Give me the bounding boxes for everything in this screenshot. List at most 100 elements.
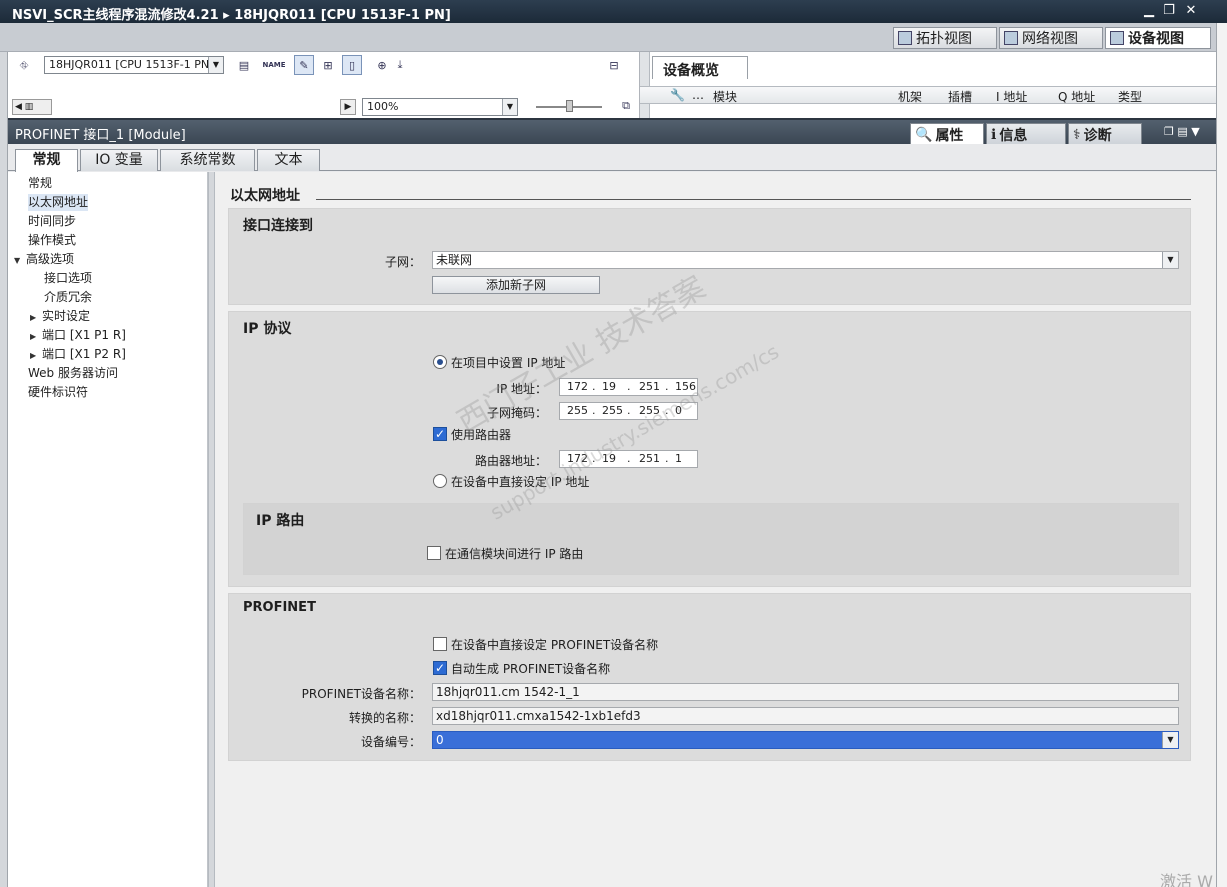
mask-octet-4: 0 (675, 404, 682, 417)
fit-icon[interactable]: ⧉ (616, 96, 636, 116)
tab-properties[interactable]: 🔍 属性 (910, 123, 984, 146)
tab-texts[interactable]: 文本 (257, 149, 320, 171)
expand-right-icon[interactable]: ▶ (30, 347, 42, 364)
nav-label: 高级选项 (26, 252, 75, 266)
window-mode-icon[interactable]: ❐ ▤ ▼ (1164, 125, 1200, 138)
col-type[interactable]: 类型 (1118, 88, 1142, 105)
section-divider (316, 199, 1191, 200)
nav-item-operating-mode[interactable]: 操作模式 (28, 232, 76, 249)
use-router-checkbox[interactable]: ✓ (433, 427, 447, 441)
set-in-project-label: 在项目中设置 IP 地址 (451, 356, 566, 370)
dot: . (592, 452, 596, 465)
inspector-title: PROFINET 接口_1 [Module] (15, 128, 186, 143)
col-i-address[interactable]: I 地址 (996, 88, 1027, 105)
close-icon[interactable]: ✕ (1182, 2, 1200, 20)
router-address-field[interactable]: 172. 19. 251. 1 (559, 450, 698, 468)
nav-item-interface-options[interactable]: 接口选项 (44, 270, 92, 287)
hscroll-left[interactable]: ◀ ▥ (12, 99, 52, 115)
col-module[interactable]: 模块 (713, 88, 737, 105)
os-activation-text: 激活 W (1160, 872, 1213, 887)
diagnostics-icon: ⚕ (1073, 126, 1081, 143)
expand-right-icon[interactable]: ▶ (30, 309, 42, 326)
restore-icon[interactable]: ❐ (1160, 2, 1178, 20)
profinet-name-field[interactable]: 18hjqr011.cm 1542-1_1 (432, 683, 1179, 701)
hscroll-right[interactable]: ▶ (340, 99, 356, 115)
ip-address-field[interactable]: 172. 19. 251. 156 (559, 378, 698, 396)
download-icon[interactable]: ⤓ (390, 55, 410, 75)
more-icon[interactable]: … (692, 88, 704, 102)
ip-routing-checkbox[interactable] (427, 546, 441, 560)
device-select[interactable]: 18HJQR011 [CPU 1513F-1 PN] ▼ (44, 56, 224, 74)
mask-octet-1: 255 (567, 404, 588, 417)
add-subnet-button[interactable]: 添加新子网 (432, 276, 600, 294)
device-number-select[interactable]: 0 ▼ (432, 731, 1179, 749)
tab-diagnostics[interactable]: ⚕ 诊断 (1068, 123, 1142, 146)
auto-name-checkbox[interactable]: ✓ (433, 661, 447, 675)
converted-name-field[interactable]: xd18hjqr011.cmxa1542-1xb1efd3 (432, 707, 1179, 725)
zoom-in-icon[interactable]: ⊕ (372, 55, 392, 75)
tab-io-tags[interactable]: IO 变量 (80, 149, 158, 171)
subnet-select[interactable]: 未联网 ▼ (432, 251, 1179, 269)
device-select-value: 18HJQR011 [CPU 1513F-1 PN] (49, 58, 214, 71)
router-octet-2: 19 (602, 452, 616, 465)
tab-device-view[interactable]: 设备视图 (1105, 27, 1211, 49)
pen-icon[interactable]: ✎ (294, 55, 314, 75)
dot: . (627, 452, 631, 465)
panel-icon[interactable]: ▯ (342, 55, 362, 75)
ip-octet-2: 19 (602, 380, 616, 393)
chevron-down-icon[interactable]: ▼ (1162, 732, 1178, 748)
nav-item-port-2[interactable]: ▶ 端口 [X1 P2 R] (30, 346, 126, 363)
chevron-down-icon[interactable]: ▼ (1162, 252, 1178, 268)
mask-octet-3: 255 (639, 404, 660, 417)
router-address-label: 路由器地址： (474, 454, 547, 468)
col-q-address[interactable]: Q 地址 (1058, 88, 1095, 105)
nav-item-realtime[interactable]: ▶ 实时设定 (30, 308, 90, 325)
tab-system-constants[interactable]: 系统常数 (160, 149, 255, 171)
splitter[interactable] (208, 172, 215, 887)
overview-toggle-icon[interactable]: ⊟ (604, 55, 624, 75)
nav-item-advanced[interactable]: ▼ 高级选项 (14, 251, 74, 268)
filter-icon[interactable]: 🔧 (670, 88, 685, 102)
router-octet-4: 1 (675, 452, 682, 465)
use-router-label: 使用路由器 (451, 428, 512, 442)
grid-icon[interactable]: ▤ (234, 55, 254, 75)
table-icon[interactable]: ⊞ (318, 55, 338, 75)
zoom-slider-handle[interactable] (566, 100, 573, 112)
overview-table-header: 🔧 … 模块 机架 插槽 I 地址 Q 地址 类型 (640, 86, 1216, 104)
zoom-value: 100% (367, 100, 399, 113)
radio-set-in-project[interactable] (433, 355, 447, 369)
title-bar: NSVI_SCR主线程序混流修改4.21 ▸ 18HJQR011 [CPU 15… (0, 0, 1227, 23)
chevron-down-icon[interactable]: ▼ (502, 99, 517, 115)
nav-item-port-1[interactable]: ▶ 端口 [X1 P1 R] (30, 327, 126, 344)
interface-panel: 接口连接到 子网： 未联网 ▼ 添加新子网 (228, 208, 1191, 305)
converted-name-value: xd18hjqr011.cmxa1542-1xb1efd3 (436, 709, 641, 723)
device-overview: 设备概览 🔧 … 模块 机架 插槽 I 地址 Q 地址 类型 (640, 52, 1216, 118)
ip-protocol-title: IP 协议 (243, 321, 292, 337)
nav-item-ethernet-address[interactable]: 以太网地址 (28, 194, 89, 211)
tab-network-view[interactable]: 网络视图 (999, 27, 1103, 49)
nav-item-general[interactable]: 常规 (28, 175, 52, 192)
tab-label: 设备视图 (1128, 31, 1184, 47)
tab-info[interactable]: ℹ 信息 (986, 123, 1066, 146)
expand-down-icon[interactable]: ▼ (14, 252, 26, 269)
device-tree-icon[interactable]: ⛗ (14, 56, 34, 76)
nav-item-time-sync[interactable]: 时间同步 (28, 213, 76, 230)
overview-collapse-strip[interactable] (640, 52, 650, 118)
tab-topology-view[interactable]: 拓扑视图 (893, 27, 997, 49)
dot: . (665, 404, 669, 417)
nav-item-media-redundancy[interactable]: 介质冗余 (44, 289, 92, 306)
name-icon[interactable]: NAME (262, 55, 285, 75)
subnet-mask-field[interactable]: 255. 255. 255. 0 (559, 402, 698, 420)
nav-item-hw-identifier[interactable]: 硬件标识符 (28, 384, 88, 401)
nav-item-web-server[interactable]: Web 服务器访问 (28, 365, 118, 382)
minimize-icon[interactable]: ▁ (1140, 2, 1158, 20)
zoom-select[interactable]: 100% ▼ (362, 98, 518, 116)
chevron-down-icon[interactable]: ▼ (208, 57, 223, 73)
col-slot[interactable]: 插槽 (948, 88, 972, 105)
expand-right-icon[interactable]: ▶ (30, 328, 42, 345)
col-rack[interactable]: 机架 (898, 88, 922, 105)
tab-device-overview[interactable]: 设备概览 (652, 56, 748, 79)
set-name-on-device-checkbox[interactable] (433, 637, 447, 651)
tab-general[interactable]: 常规 (15, 149, 78, 172)
radio-set-on-device[interactable] (433, 474, 447, 488)
